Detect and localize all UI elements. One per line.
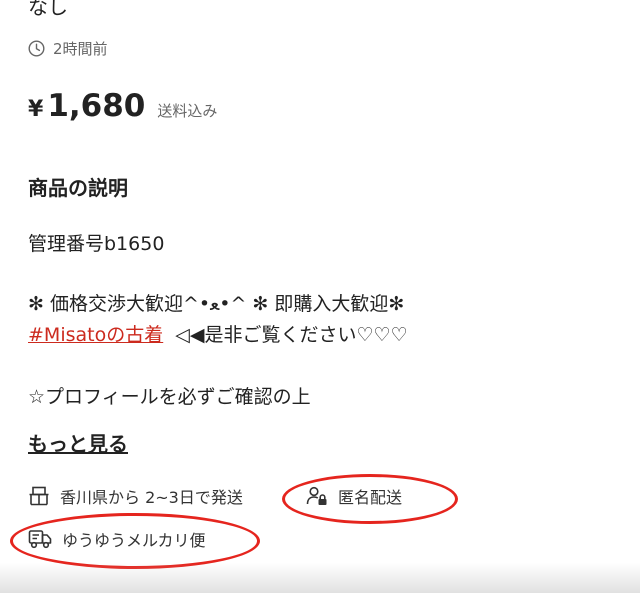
posted-time: 2時間前 [28,38,108,59]
highlight-annotation-method [10,513,260,569]
bottom-shadow [0,563,640,593]
description-title: 商品の説明 [28,176,128,200]
condition-value: なし [28,0,68,19]
description-line-text: ◁◀是非ご覧ください♡♡♡ [163,324,408,346]
hashtag-link[interactable]: #Misatoの古着 [28,324,163,346]
show-more-link[interactable]: もっと見る [28,428,128,457]
description-line: 管理番号b1650 [28,233,165,255]
package-icon [29,486,49,506]
shipping-included-label: 送料込み [157,102,218,120]
price: ¥ 1,680 送料込み [28,88,217,124]
shipping-origin-label: 香川県から 2~3日で発送 [60,488,243,507]
posted-time-label: 2時間前 [53,40,108,58]
description-line: ✻ 価格交渉大歓迎^•ﻌ•^ ✻ 即購入大歓迎✻ [28,293,405,315]
highlight-annotation-anonymous [282,474,458,524]
description-line: ☆プロフィールを必ずご確認の上 [28,386,311,408]
price-amount: 1,680 [47,88,146,124]
clock-icon [28,40,45,57]
shipping-origin: 香川県から 2~3日で発送 [28,484,243,508]
price-currency: ¥ [28,97,44,122]
description-line: #Misatoの古着 ◁◀是非ご覧ください♡♡♡ [28,321,408,349]
